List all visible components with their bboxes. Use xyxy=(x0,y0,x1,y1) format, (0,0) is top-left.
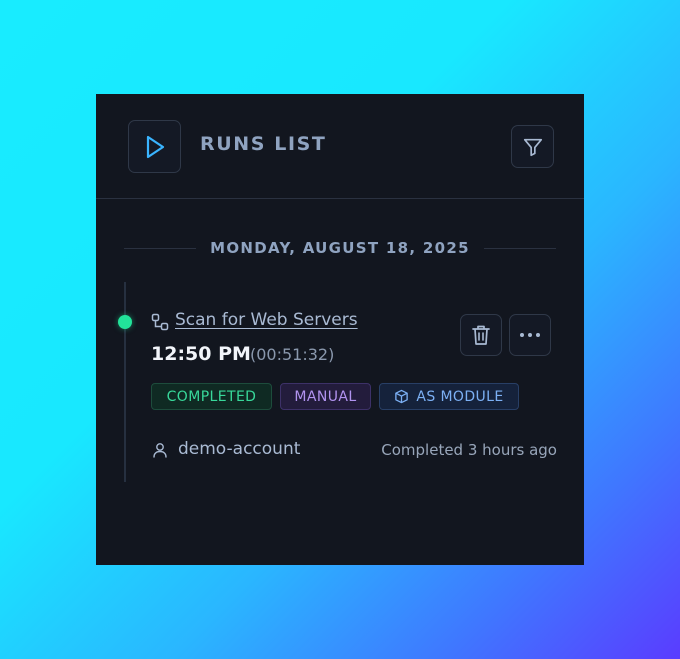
status-badge-label: COMPLETED xyxy=(166,388,257,405)
run-user: demo-account xyxy=(178,439,301,459)
date-divider-right xyxy=(484,248,556,249)
panel-header: RUNS LIST xyxy=(96,94,584,199)
run-name-link[interactable]: Scan for Web Servers xyxy=(175,310,358,330)
status-badge: COMPLETED xyxy=(151,383,272,410)
runs-panel: RUNS LIST MONDAY, AUGUST 18, 2025 Scan f… xyxy=(96,94,584,565)
panel-title: RUNS LIST xyxy=(200,133,327,155)
delete-run-button[interactable] xyxy=(460,314,502,356)
run-time: 12:50 PM xyxy=(151,343,251,365)
more-actions-button[interactable] xyxy=(509,314,551,356)
trigger-badge: MANUAL xyxy=(280,383,371,410)
timeline-line xyxy=(124,282,126,482)
trigger-badge-label: MANUAL xyxy=(294,388,357,405)
mode-badge: AS MODULE xyxy=(379,383,519,410)
filter-button[interactable] xyxy=(511,125,554,168)
trash-icon xyxy=(472,325,490,345)
workflow-icon xyxy=(151,313,169,331)
play-icon xyxy=(146,135,164,158)
run-button[interactable] xyxy=(128,120,181,173)
mode-badge-label: AS MODULE xyxy=(416,388,504,405)
user-icon xyxy=(153,443,167,458)
date-separator: MONDAY, AUGUST 18, 2025 xyxy=(124,237,556,259)
status-dot xyxy=(118,315,132,329)
completed-time: Completed 3 hours ago xyxy=(381,441,557,459)
filter-icon xyxy=(523,138,542,156)
cube-icon xyxy=(395,389,409,404)
run-duration: (00:51:32) xyxy=(250,345,335,364)
more-horizontal-icon xyxy=(520,333,540,337)
